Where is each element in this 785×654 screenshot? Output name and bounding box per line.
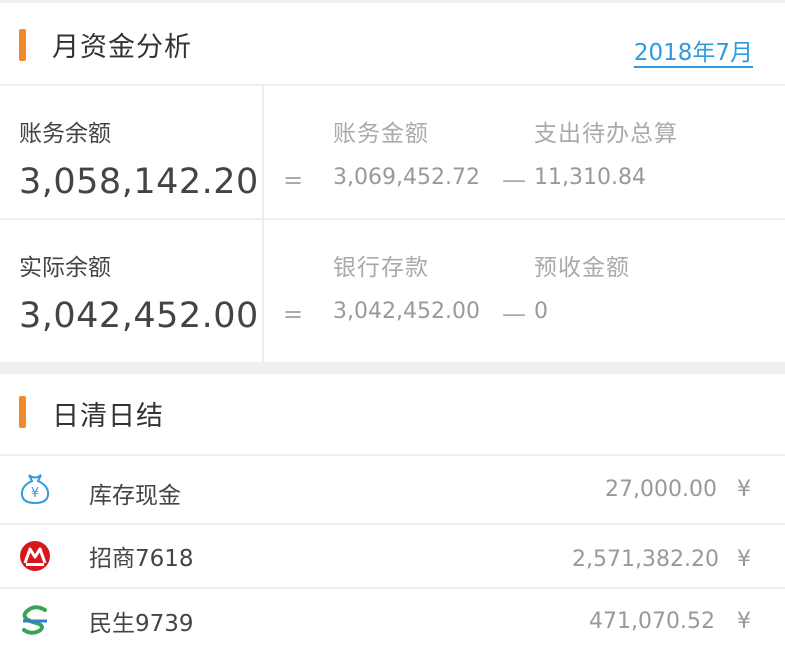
- book-balance-row: 账务余额 3,058,142.20 = 账务金额 3,069,452.72 — …: [0, 86, 785, 219]
- currency-symbol: ¥: [737, 547, 751, 572]
- minus-sign: —: [502, 300, 526, 328]
- book-balance-label: 账务余额: [19, 121, 111, 147]
- actual-balance-row: 实际余额 3,042,452.00 = 银行存款 3,042,452.00 — …: [0, 220, 785, 353]
- list-item-value: 2,571,382.20: [572, 547, 719, 572]
- equals-sign: =: [283, 166, 304, 194]
- currency-symbol: ¥: [737, 609, 751, 634]
- actual-balance-value: 3,042,452.00: [19, 296, 259, 336]
- bank-deposit-value: 3,042,452.00: [333, 299, 480, 324]
- vertical-divider: [262, 220, 264, 362]
- money-bag-icon: ¥: [20, 474, 50, 505]
- pending-expense-label: 支出待办总算: [534, 121, 678, 147]
- list-item-label: 招商7618: [89, 546, 194, 572]
- advance-receipt-label: 预收金额: [534, 255, 630, 281]
- cmb-logo-icon: [20, 541, 50, 571]
- bank-deposit-label: 银行存款: [333, 255, 429, 281]
- list-item-cmbc[interactable]: 民生9739 471,070.52 ¥: [0, 589, 785, 651]
- actual-balance-label: 实际余额: [19, 255, 111, 281]
- book-amount-label: 账务金额: [333, 121, 429, 147]
- minus-sign: —: [502, 166, 526, 194]
- monthly-analysis-header: 月资金分析 2018年7月: [0, 3, 785, 87]
- list-item-label: 民生9739: [89, 611, 194, 637]
- currency-symbol: ¥: [737, 477, 751, 502]
- list-item-value: 27,000.00: [605, 477, 717, 502]
- section-accent-bar: [19, 396, 26, 428]
- daily-settlement-header: 日清日结: [0, 374, 785, 454]
- book-balance-value: 3,058,142.20: [19, 162, 259, 202]
- section-gap: [0, 362, 785, 374]
- list-item-value: 471,070.52: [589, 609, 715, 634]
- list-item-cash[interactable]: ¥ 库存现金 27,000.00 ¥: [0, 456, 785, 518]
- monthly-analysis-title: 月资金分析: [52, 32, 192, 63]
- section-accent-bar: [19, 29, 26, 61]
- month-selector-link[interactable]: 2018年7月: [634, 33, 753, 67]
- book-amount-value: 3,069,452.72: [333, 165, 480, 190]
- list-item-cmb[interactable]: 招商7618 2,571,382.20 ¥: [0, 525, 785, 587]
- cmbc-logo-icon: [22, 605, 47, 635]
- pending-expense-value: 11,310.84: [534, 165, 646, 190]
- list-item-label: 库存现金: [89, 483, 181, 509]
- vertical-divider: [262, 86, 264, 219]
- svg-text:¥: ¥: [31, 486, 39, 501]
- daily-settlement-title: 日清日结: [52, 401, 164, 432]
- advance-receipt-value: 0: [534, 299, 548, 324]
- equals-sign: =: [283, 300, 304, 328]
